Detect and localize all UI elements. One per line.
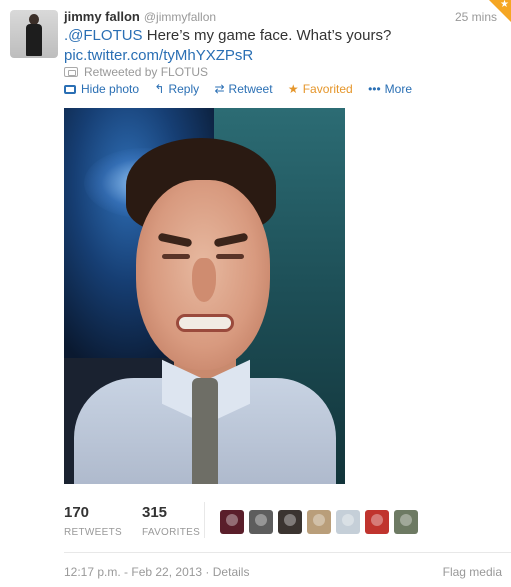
reply-icon: ↰ bbox=[154, 82, 165, 96]
hide-photo-label: Hide photo bbox=[81, 82, 140, 96]
favoriter-avatar[interactable] bbox=[394, 510, 418, 534]
retweet-icon: ⇄ bbox=[214, 82, 225, 96]
favoriters-list bbox=[220, 510, 423, 539]
favoriter-avatar[interactable] bbox=[220, 510, 244, 534]
retweets-label: RETWEETS bbox=[64, 527, 122, 538]
photo-icon bbox=[64, 85, 76, 94]
tweet-photo[interactable] bbox=[64, 108, 345, 484]
footer-separator: · bbox=[202, 565, 213, 579]
retweeted-by: Retweeted by FLOTUS bbox=[64, 64, 208, 80]
star-icon: ★ bbox=[500, 0, 509, 10]
favorites-stat[interactable]: 315 FAVORITES bbox=[142, 504, 200, 540]
favoriter-avatar[interactable] bbox=[249, 510, 273, 534]
retweets-count: 170 bbox=[64, 504, 90, 521]
avatar-figure bbox=[24, 14, 44, 56]
details-link[interactable]: Details bbox=[213, 565, 250, 579]
hide-photo-button[interactable]: Hide photo bbox=[64, 81, 139, 97]
favoriter-avatar[interactable] bbox=[307, 510, 331, 534]
favoriter-avatar[interactable] bbox=[365, 510, 389, 534]
retweeted-by-label[interactable]: Retweeted by FLOTUS bbox=[84, 65, 208, 79]
more-button[interactable]: ••• More bbox=[368, 81, 412, 97]
tweet-timestamp[interactable]: 25 mins bbox=[455, 8, 497, 26]
favoriter-avatar[interactable] bbox=[278, 510, 302, 534]
tweet-text: .@FLOTUS Here’s my game face. What’s you… bbox=[64, 26, 494, 66]
retweeted-icon bbox=[64, 67, 78, 77]
avatar[interactable] bbox=[10, 10, 58, 58]
reply-label: Reply bbox=[168, 82, 200, 96]
mention-link[interactable]: .@FLOTUS bbox=[64, 27, 143, 44]
user-fullname[interactable]: jimmy fallon bbox=[64, 9, 140, 24]
tweet-stats: 170 RETWEETS 315 FAVORITES bbox=[64, 496, 511, 546]
tweet-actions: Hide photo ↰ Reply ⇄ Retweet ★ Favorited ••… bbox=[64, 81, 424, 97]
user-handle[interactable]: @jimmyfallon bbox=[144, 10, 216, 24]
tweet-header: jimmy fallon @jimmyfallon bbox=[64, 8, 216, 26]
tweet-card: ★ jimmy fallon @jimmyfallon 25 mins .@FLO… bbox=[0, 0, 511, 587]
stats-divider bbox=[204, 502, 205, 538]
media-link[interactable]: pic.twitter.com/tyMhYXZPsR bbox=[64, 47, 253, 64]
star-icon: ★ bbox=[287, 82, 299, 96]
retweets-stat[interactable]: 170 RETWEETS bbox=[64, 504, 122, 540]
flag-media-link[interactable]: Flag media bbox=[443, 565, 502, 579]
favorited-label: Favorited bbox=[302, 82, 353, 96]
retweet-button[interactable]: ⇄ Retweet bbox=[214, 81, 272, 97]
tweet-body-text: Here’s my game face. What’s yours? bbox=[142, 27, 392, 44]
footer-divider bbox=[64, 552, 511, 553]
favorited-button[interactable]: ★ Favorited bbox=[288, 81, 353, 97]
favorites-label: FAVORITES bbox=[142, 527, 201, 538]
retweet-label: Retweet bbox=[228, 82, 273, 96]
favorites-count: 315 bbox=[142, 504, 168, 521]
reply-button[interactable]: ↰ Reply bbox=[154, 81, 199, 97]
favoriter-avatar[interactable] bbox=[336, 510, 360, 534]
tweet-footer: 12:17 p.m. - Feb 22, 2013 · Details Flag… bbox=[64, 565, 502, 579]
more-label: More bbox=[384, 82, 413, 96]
more-dots-icon: ••• bbox=[368, 82, 381, 96]
tweet-datetime: 12:17 p.m. - Feb 22, 2013 bbox=[64, 565, 203, 579]
